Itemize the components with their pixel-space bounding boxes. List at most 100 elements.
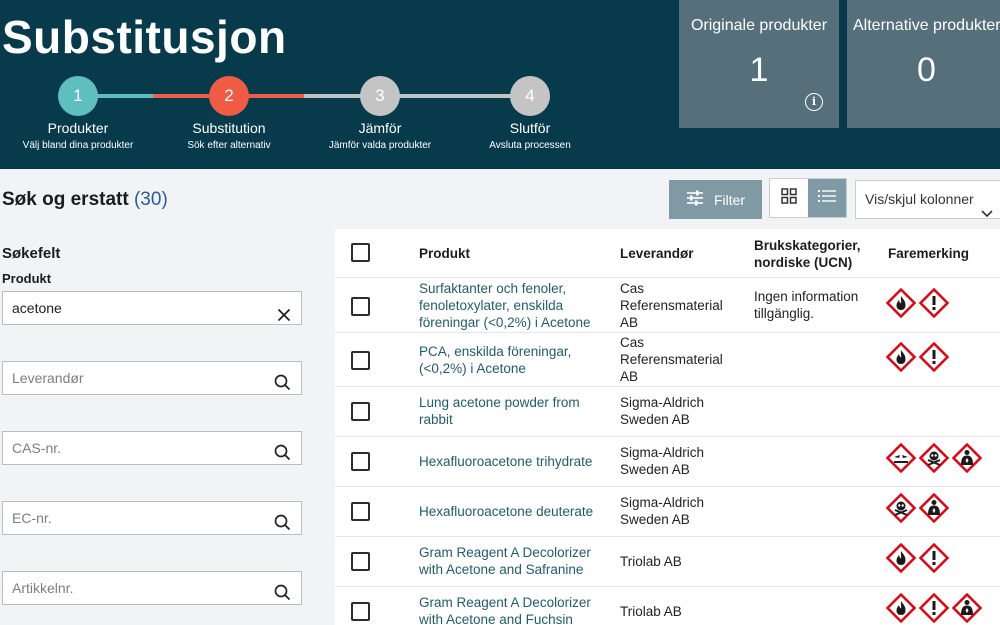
row-checkbox[interactable] [351, 602, 370, 621]
table-row[interactable]: Hexafluoroacetone trihydrate Sigma-Aldri… [335, 437, 1000, 487]
flame-icon [886, 593, 916, 623]
clear-icon[interactable] [277, 301, 291, 333]
columns-dropdown[interactable]: Vis/skjul kolonner [855, 180, 1000, 219]
supplier-cell: Sigma-Aldrich Sweden AB [620, 445, 705, 477]
table-row[interactable]: Gram Reagent A Decolorizer with Acetone … [335, 587, 1000, 625]
counter-value: 0 [917, 51, 936, 89]
exclamation-icon [919, 543, 949, 573]
product-link[interactable]: PCA, enskilda föreningar, (<0,2%) i Acet… [419, 343, 609, 377]
row-checkbox[interactable] [351, 452, 370, 471]
row-checkbox[interactable] [351, 402, 370, 421]
flame-icon [886, 288, 916, 318]
table-row[interactable]: Hexafluoroacetone deuterate Sigma-Aldric… [335, 487, 1000, 537]
results-title: Søk og erstatt (30) [2, 189, 168, 211]
supplier-search-placeholder: Leverandør [12, 370, 84, 386]
step-number: 3 [360, 76, 400, 116]
step-produkter[interactable]: 1 Produkter Välj bland dina produkter [0, 76, 163, 151]
search-icon[interactable] [274, 440, 291, 472]
step-slutfor[interactable]: 4 Slutför Avsluta processen [445, 76, 615, 151]
info-icon[interactable]: i [805, 93, 823, 111]
step-label: Slutför [509, 120, 551, 136]
supplier-cell: Cas Referensmaterial AB [620, 335, 723, 384]
results-title-text: Søk og erstatt [2, 189, 129, 210]
step-sub: Sök efter alternativ [187, 140, 271, 151]
product-link[interactable]: Gram Reagent A Decolorizer with Acetone … [419, 544, 609, 578]
skull-icon [886, 493, 916, 523]
ucn-cell: Ingen information tillgänglig. [754, 289, 859, 321]
row-checkbox[interactable] [351, 502, 370, 521]
filter-label: Filter [713, 191, 746, 208]
alternative-products-counter: Alternative produkter 0 [847, 0, 1000, 128]
step-label: Produkter [47, 120, 109, 136]
exclamation-icon [919, 288, 949, 318]
step-jamfor[interactable]: 3 Jämför Jämför valda produkter [295, 76, 465, 151]
supplier-cell: Triolab AB [620, 554, 682, 569]
grid-view-button[interactable] [770, 179, 808, 217]
search-icon[interactable] [274, 370, 291, 402]
step-number: 4 [510, 76, 550, 116]
table-row[interactable]: Gram Reagent A Decolorizer with Acetone … [335, 537, 1000, 587]
row-checkbox[interactable] [351, 552, 370, 571]
product-link[interactable]: Hexafluoroacetone trihydrate [419, 453, 609, 470]
hazard-cell [886, 493, 949, 523]
row-checkbox[interactable] [351, 297, 370, 316]
product-search-value: acetone [12, 300, 62, 316]
ec-search-placeholder: EC-nr. [12, 510, 52, 526]
filter-button[interactable]: Filter [669, 180, 762, 219]
list-view-button[interactable] [808, 179, 846, 217]
original-products-counter: Originale produkter 1 i [679, 0, 839, 128]
grid-icon [781, 187, 797, 209]
product-link[interactable]: Lung acetone powder from rabbit [419, 394, 609, 428]
view-toggle [769, 178, 847, 218]
step-sub: Avsluta processen [489, 140, 571, 151]
step-label: Substitution [192, 120, 266, 136]
product-link[interactable]: Gram Reagent A Decolorizer with Acetone … [419, 594, 609, 625]
column-header-hazard[interactable]: Faremerking [888, 245, 969, 262]
product-search-input[interactable]: acetone [2, 291, 302, 325]
step-substitution[interactable]: 2 Substitution Sök efter alternativ [144, 76, 314, 151]
step-sub: Välj bland dina produkter [22, 140, 134, 151]
search-fields-title: Søkefelt [2, 245, 61, 262]
product-link[interactable]: Hexafluoroacetone deuterate [419, 503, 609, 520]
search-icon[interactable] [274, 510, 291, 542]
hazard-cell [886, 342, 949, 372]
select-all-checkbox[interactable] [351, 243, 370, 262]
sliders-icon [686, 189, 704, 210]
search-icon[interactable] [274, 580, 291, 612]
row-checkbox[interactable] [351, 351, 370, 370]
counter-title: Alternative produkter [853, 17, 1000, 34]
skull-icon [919, 443, 949, 473]
flame-icon [886, 342, 916, 372]
step-number: 2 [209, 76, 249, 116]
exclamation-icon [919, 342, 949, 372]
table-row[interactable]: Lung acetone powder from rabbit Sigma-Al… [335, 387, 1000, 437]
supplier-cell: Sigma-Aldrich Sweden AB [620, 495, 705, 527]
column-header-product[interactable]: Produkt [419, 245, 470, 262]
stepper: 1 Produkter Välj bland dina produkter 2 … [0, 76, 620, 166]
supplier-search-input[interactable]: Leverandør [2, 361, 302, 395]
results-table: Produkt Leverandør Brukskategorier, nord… [335, 229, 1000, 625]
health-hazard-icon [919, 493, 949, 523]
corrosion-icon [886, 443, 916, 473]
exclamation-icon [919, 593, 949, 623]
hazard-cell [886, 593, 982, 623]
step-sub: Jämför valda produkter [328, 140, 432, 151]
column-header-ucn[interactable]: Brukskategorier, nordiske (UCN) [754, 237, 879, 271]
health-hazard-icon [952, 593, 982, 623]
table-header-row: Produkt Leverandør Brukskategorier, nord… [335, 229, 1000, 278]
hazard-cell [886, 543, 949, 573]
header: Substitusjon 1 Produkter Välj bland dina… [0, 0, 1000, 169]
product-link[interactable]: Surfaktanter och fenoler, fenoletoxylate… [419, 280, 609, 331]
results-count: (30) [133, 189, 168, 210]
columns-dropdown-label: Vis/skjul kolonner [865, 191, 974, 207]
cas-search-input[interactable]: CAS-nr. [2, 431, 302, 465]
article-search-input[interactable]: Artikkelnr. [2, 571, 302, 605]
counter-value: 1 [749, 51, 769, 89]
list-icon [818, 189, 836, 208]
table-row[interactable]: PCA, enskilda föreningar, (<0,2%) i Acet… [335, 333, 1000, 387]
ec-search-input[interactable]: EC-nr. [2, 501, 302, 535]
table-row[interactable]: Surfaktanter och fenoler, fenoletoxylate… [335, 278, 1000, 333]
product-field-label: Produkt [2, 271, 52, 286]
hazard-cell [886, 288, 949, 318]
column-header-supplier[interactable]: Leverandør [620, 245, 694, 262]
